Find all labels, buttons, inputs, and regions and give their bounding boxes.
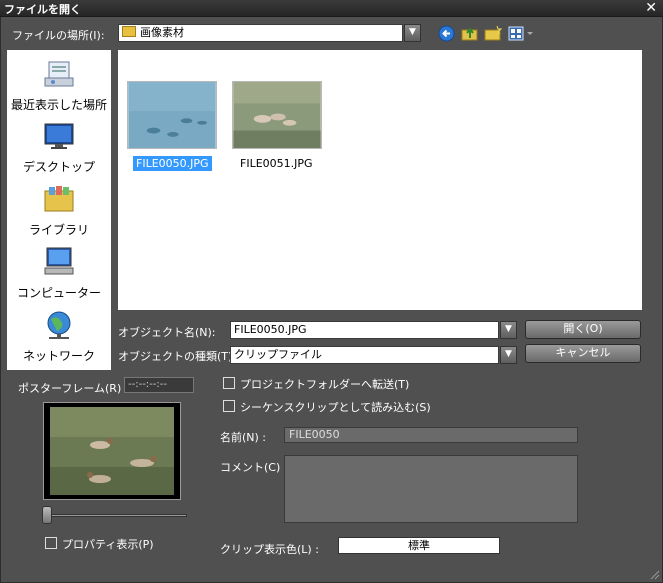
- computer-icon: [44, 247, 74, 275]
- new-folder-icon[interactable]: [484, 25, 502, 42]
- desktop-icon: [44, 123, 74, 149]
- location-combo[interactable]: 画像素材: [118, 24, 403, 42]
- property-checkbox[interactable]: [45, 537, 57, 549]
- preview-slider-thumb[interactable]: [42, 506, 52, 524]
- object-type-select[interactable]: クリップファイル: [230, 346, 499, 364]
- back-icon[interactable]: [438, 25, 456, 42]
- transfer-label: プロジェクトフォルダーへ転送(T): [240, 378, 410, 391]
- thumbnail-file0050: [127, 81, 217, 149]
- file-name[interactable]: FILE0051.JPG: [237, 156, 316, 171]
- sequence-label: シーケンスクリップとして読み込む(S): [240, 401, 431, 414]
- places-sidebar: 最近表示した場所 デスクトップ ライブラリ コンピューター ネットワーク: [7, 50, 111, 370]
- resize-grip-icon[interactable]: [648, 568, 660, 580]
- file-item[interactable]: [127, 81, 219, 151]
- transfer-checkbox[interactable]: [223, 377, 235, 389]
- object-name-label: オブジェクト名(N):: [118, 326, 216, 339]
- library-icon: [44, 186, 74, 212]
- object-name-dropdown-button[interactable]: ▼: [500, 321, 517, 339]
- place-recent[interactable]: 最近表示した場所: [7, 56, 111, 118]
- comment-field[interactable]: [284, 455, 578, 523]
- place-desktop[interactable]: デスクトップ: [7, 118, 111, 180]
- preview-slider-track[interactable]: [46, 514, 187, 517]
- place-computer[interactable]: コンピューター: [7, 244, 111, 306]
- thumbnail-file0051: [232, 81, 322, 149]
- place-label: ライブラリ: [28, 223, 89, 237]
- location-label: ファイルの場所(I):: [12, 29, 105, 42]
- poster-frame-timecode[interactable]: --:--:--:--: [124, 377, 194, 393]
- sequence-checkbox[interactable]: [223, 400, 235, 412]
- place-network[interactable]: ネットワーク: [7, 307, 111, 369]
- file-name-selected[interactable]: FILE0050.JPG: [133, 156, 212, 171]
- place-label: 最近表示した場所: [10, 98, 107, 112]
- property-label: プロパティ表示(P): [62, 538, 154, 551]
- clip-color-button[interactable]: 標準: [338, 537, 500, 554]
- preview-pane: [43, 402, 181, 500]
- place-library[interactable]: ライブラリ: [7, 181, 111, 243]
- title-bar: ファイルを開く ✕: [0, 0, 663, 17]
- name-field[interactable]: FILE0050: [284, 427, 578, 443]
- cancel-button[interactable]: キャンセル: [525, 344, 641, 363]
- open-button[interactable]: 開く(O): [525, 320, 641, 339]
- file-item[interactable]: [232, 81, 324, 151]
- poster-frame-label: ポスターフレーム(R) :: [18, 382, 129, 395]
- name-label: 名前(N) :: [220, 431, 267, 444]
- location-value: 画像素材: [140, 26, 184, 39]
- view-menu-icon[interactable]: [508, 25, 534, 42]
- place-label: デスクトップ: [22, 160, 95, 174]
- file-list: FILE0050.JPG FILE0051.JPG: [118, 50, 642, 310]
- comment-label: コメント(C) :: [220, 461, 288, 474]
- window-title: ファイルを開く: [4, 3, 81, 16]
- place-label: ネットワーク: [22, 349, 95, 363]
- network-icon: [47, 311, 71, 339]
- folder-icon: [122, 26, 136, 37]
- recent-places-icon: [44, 61, 74, 87]
- up-folder-icon[interactable]: [461, 25, 479, 42]
- place-label: コンピューター: [16, 286, 101, 300]
- close-button[interactable]: ✕: [645, 0, 657, 16]
- object-type-label: オブジェクトの種類(T):: [118, 350, 237, 363]
- object-name-input[interactable]: FILE0050.JPG: [230, 321, 499, 339]
- preview-image: [50, 407, 174, 495]
- location-dropdown-button[interactable]: ▼: [404, 24, 421, 42]
- object-type-dropdown-button[interactable]: ▼: [500, 346, 517, 364]
- clip-color-label: クリップ表示色(L) :: [220, 543, 319, 556]
